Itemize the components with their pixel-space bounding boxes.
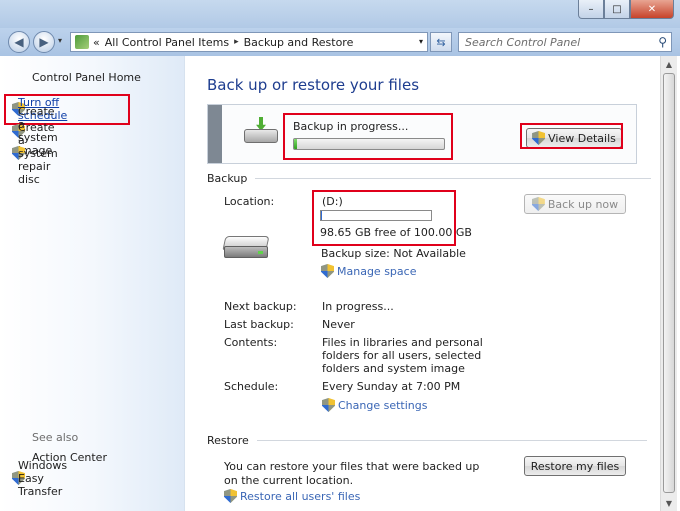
manage-space-label: Manage space bbox=[337, 264, 417, 278]
address-bar[interactable]: « All Control Panel Items ▸ Backup and R… bbox=[70, 32, 428, 52]
close-button[interactable]: ✕ bbox=[630, 0, 674, 19]
breadcrumb-all-control-panel-items[interactable]: All Control Panel Items bbox=[105, 36, 229, 49]
scrollbar-thumb[interactable] bbox=[663, 73, 675, 493]
address-dropdown-icon[interactable]: ▾ bbox=[419, 37, 423, 46]
scroll-down-button[interactable]: ▼ bbox=[661, 495, 677, 511]
recent-pages-dropdown[interactable]: ▾ bbox=[58, 36, 62, 45]
highlight-location bbox=[312, 190, 456, 246]
location-label: Location: bbox=[224, 195, 275, 208]
back-button[interactable]: ◀ bbox=[8, 31, 30, 53]
schedule-label: Schedule: bbox=[224, 380, 279, 393]
navigation-bar: ◀ ▶ ▾ « All Control Panel Items ▸ Backup… bbox=[0, 28, 680, 56]
search-icon[interactable]: ⚲ bbox=[658, 35, 667, 49]
restore-my-files-button[interactable]: Restore my files bbox=[524, 456, 626, 476]
last-backup-value: Never bbox=[322, 318, 355, 331]
vertical-scrollbar[interactable]: ▲ ▼ bbox=[660, 56, 677, 511]
forward-arrow-icon: ▶ bbox=[39, 35, 49, 49]
scroll-down-icon: ▼ bbox=[665, 498, 673, 508]
next-backup-label: Next backup: bbox=[224, 300, 297, 313]
restore-heading: Restore bbox=[207, 434, 249, 447]
sidebar-item-label: Create a system repair disc bbox=[18, 120, 58, 186]
window-controls: – □ ✕ bbox=[578, 0, 674, 19]
shield-icon bbox=[322, 398, 335, 412]
section-divider bbox=[255, 178, 652, 179]
backup-size-text: Backup size: Not Available bbox=[321, 247, 466, 260]
change-settings-link[interactable]: Change settings bbox=[322, 398, 427, 412]
highlight-view-details bbox=[520, 123, 623, 149]
window-title-bar: – □ ✕ bbox=[0, 0, 680, 28]
shield-icon bbox=[321, 264, 334, 278]
forward-button[interactable]: ▶ bbox=[33, 31, 55, 53]
create-system-repair-disc-link[interactable]: Create a system repair disc bbox=[12, 121, 58, 186]
contents-value: Files in libraries and personal folders … bbox=[322, 336, 483, 375]
restore-description: You can restore your files that were bac… bbox=[224, 460, 480, 487]
shield-icon bbox=[224, 489, 237, 503]
minimize-button[interactable]: – bbox=[578, 0, 604, 19]
highlight-backup-progress bbox=[283, 113, 453, 160]
search-input[interactable]: Search Control Panel ⚲ bbox=[458, 32, 672, 52]
maximize-icon: □ bbox=[612, 3, 622, 15]
backup-section-header: Backup bbox=[207, 172, 652, 185]
left-task-pane: Control Panel Home Turn off schedule Cre… bbox=[0, 56, 185, 511]
scroll-up-icon: ▲ bbox=[665, 59, 673, 69]
back-up-now-button[interactable]: Back up now bbox=[524, 194, 626, 214]
backup-drive-icon bbox=[244, 117, 278, 145]
next-backup-value: In progress... bbox=[322, 300, 394, 313]
windows-easy-transfer-link[interactable]: Windows Easy Transfer bbox=[12, 459, 67, 498]
section-divider bbox=[256, 440, 647, 441]
change-settings-label: Change settings bbox=[338, 398, 428, 412]
panel-accent-stripe bbox=[208, 105, 222, 163]
back-up-now-label: Back up now bbox=[547, 197, 619, 211]
refresh-icon: ⇆ bbox=[436, 35, 446, 49]
restore-all-users-files-link[interactable]: Restore all users' files bbox=[224, 489, 360, 503]
maximize-button[interactable]: □ bbox=[604, 0, 630, 19]
hard-drive-icon bbox=[222, 232, 270, 262]
back-arrow-icon: ◀ bbox=[14, 35, 24, 49]
scroll-up-button[interactable]: ▲ bbox=[661, 56, 677, 72]
restore-section-header: Restore bbox=[207, 434, 647, 447]
last-backup-label: Last backup: bbox=[224, 318, 294, 331]
schedule-value: Every Sunday at 7:00 PM bbox=[322, 380, 461, 393]
shield-icon bbox=[532, 197, 545, 211]
search-placeholder: Search Control Panel bbox=[465, 35, 581, 49]
refresh-button[interactable]: ⇆ bbox=[430, 32, 452, 52]
control-panel-icon bbox=[75, 35, 89, 49]
see-also-heading: See also bbox=[32, 431, 79, 444]
sidebar-item-label: Windows Easy Transfer bbox=[18, 458, 68, 498]
contents-label: Contents: bbox=[224, 336, 278, 349]
breadcrumb-prefix[interactable]: « bbox=[93, 36, 100, 49]
minimize-icon: – bbox=[588, 3, 594, 15]
breadcrumb-separator-icon[interactable]: ▸ bbox=[234, 37, 239, 47]
restore-my-files-label: Restore my files bbox=[530, 459, 620, 473]
page-title: Back up or restore your files bbox=[207, 76, 420, 94]
breadcrumb-backup-and-restore[interactable]: Backup and Restore bbox=[244, 36, 354, 49]
main-content: ? Back up or restore your files Backup i… bbox=[186, 56, 674, 511]
backup-heading: Backup bbox=[207, 172, 248, 185]
control-panel-home-link[interactable]: Control Panel Home bbox=[32, 71, 141, 84]
close-icon: ✕ bbox=[647, 3, 657, 15]
restore-all-users-files-label: Restore all users' files bbox=[240, 489, 361, 503]
manage-space-link[interactable]: Manage space bbox=[321, 264, 416, 278]
